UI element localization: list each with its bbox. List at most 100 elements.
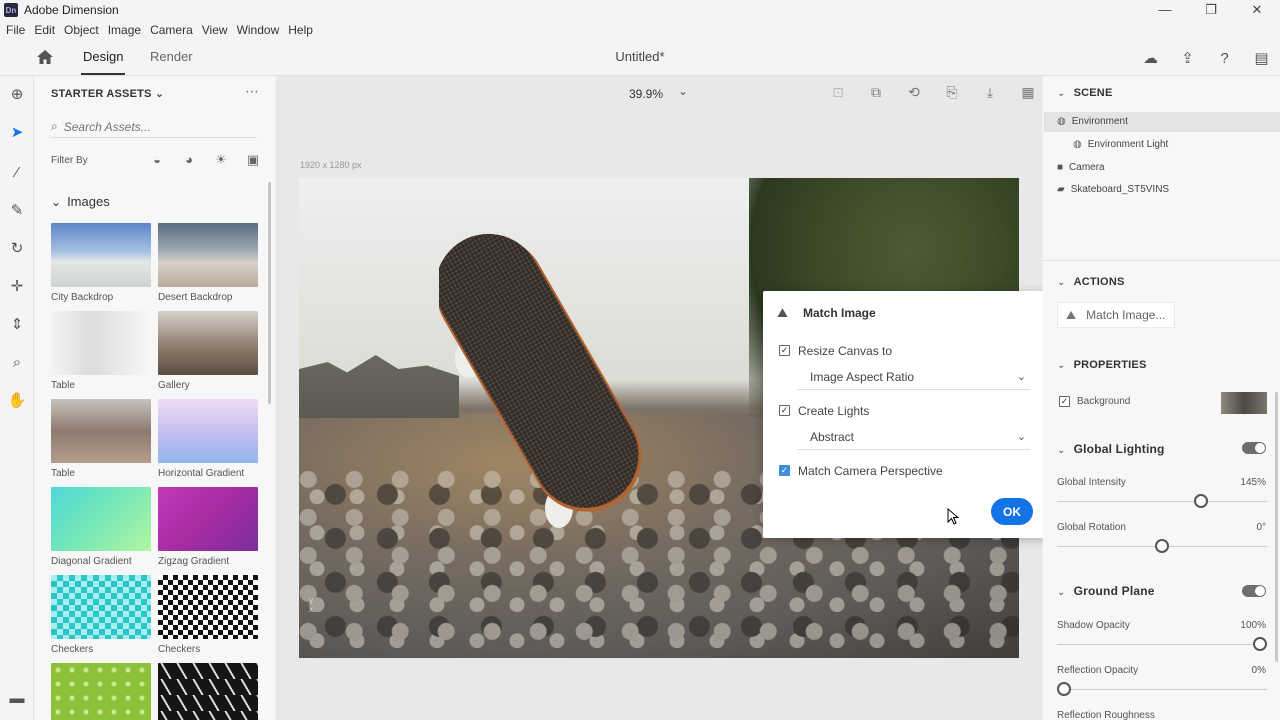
globe-icon: ◍	[1057, 116, 1066, 127]
help-icon[interactable]: ?	[1206, 46, 1243, 70]
drop-to-ground-icon[interactable]: ⤓	[971, 84, 1009, 101]
select-frame-icon[interactable]: ⧉	[857, 84, 895, 101]
actions-section-header[interactable]: ⌄ ACTIONS	[1057, 276, 1125, 288]
filter-model-icon[interactable]: ◒	[141, 152, 173, 168]
menu-image[interactable]: Image	[108, 23, 141, 37]
properties-scrollbar[interactable]	[1275, 392, 1278, 662]
skateboard-model[interactable]	[439, 233, 649, 533]
chevron-down-icon[interactable]: ⌄	[678, 84, 688, 98]
zoom-level[interactable]: 39.9%	[629, 87, 663, 101]
background-thumbnail[interactable]	[1221, 392, 1267, 414]
asset-thumbnail	[158, 399, 258, 463]
global-lighting-toggle[interactable]	[1242, 442, 1266, 454]
menu-help[interactable]: Help	[288, 23, 313, 37]
match-image-button[interactable]: ⛰ Match Image...	[1057, 302, 1175, 328]
scene-item-environment-light[interactable]: ◍ Environment Light	[1073, 139, 1168, 150]
asset-thumbnail	[158, 663, 258, 720]
dolly-tool-icon[interactable]: ⇕	[7, 314, 27, 334]
filter-light-icon[interactable]: ☀	[205, 152, 237, 168]
resize-canvas-checkbox[interactable]: ✓	[779, 345, 790, 356]
asset-tile[interactable]: Diagonal Gradient	[51, 487, 151, 567]
feedback-icon[interactable]: ▤	[1243, 46, 1280, 70]
ground-plane-header[interactable]: ⌄ Ground Plane	[1057, 584, 1155, 598]
background-checkbox[interactable]: ✓	[1059, 396, 1070, 407]
slider-knob[interactable]	[1057, 682, 1071, 696]
menu-edit[interactable]: Edit	[34, 23, 55, 37]
restore-button[interactable]: ❐	[1188, 0, 1234, 20]
ground-plane-toggle[interactable]	[1242, 585, 1266, 597]
menu-object[interactable]: Object	[64, 23, 99, 37]
menu-view[interactable]: View	[202, 23, 228, 37]
asset-tile[interactable]: Table	[51, 399, 151, 479]
filter-material-icon[interactable]: ◕	[173, 152, 205, 168]
asset-tile[interactable]: Checkers	[51, 575, 151, 655]
images-section-header[interactable]: ⌄ Images	[51, 194, 110, 209]
scene-section-header[interactable]: ⌄ SCENE	[1057, 87, 1113, 99]
magic-wand-icon[interactable]: ⁄	[7, 162, 27, 182]
asset-search: ⌕	[51, 116, 257, 138]
slider-knob[interactable]	[1194, 494, 1209, 508]
move-tool-icon[interactable]: ✛	[7, 276, 27, 296]
duplicate-icon[interactable]: ⎘	[933, 84, 971, 101]
assets-scrollbar[interactable]	[268, 182, 271, 404]
globe-icon: ◍	[1073, 139, 1082, 150]
global-rotation-label: Global Rotation	[1057, 522, 1126, 533]
global-rotation-value[interactable]: 0°	[1256, 522, 1266, 533]
reflection-roughness-label: Reflection Roughness	[1057, 710, 1155, 720]
scene-item-camera[interactable]: ■ Camera	[1057, 162, 1105, 173]
match-perspective-checkbox[interactable]: ✓	[779, 465, 790, 476]
properties-section-header[interactable]: ⌄ PROPERTIES	[1057, 359, 1147, 371]
more-options-icon[interactable]: ⋯	[245, 83, 259, 100]
scene-item-environment[interactable]: ◍ Environment	[1057, 116, 1128, 127]
asset-tile[interactable]: Horizontal Gradient	[158, 399, 258, 479]
menu-camera[interactable]: Camera	[150, 23, 193, 37]
chevron-down-icon: ⌄	[51, 195, 62, 209]
asset-tile[interactable]	[51, 663, 151, 720]
slider-knob[interactable]	[1253, 637, 1267, 651]
asset-thumbnail	[51, 399, 151, 463]
minimize-button[interactable]: —	[1142, 0, 1188, 20]
lights-type-select[interactable]: Abstract ⌄	[797, 424, 1030, 450]
reflection-opacity-slider[interactable]	[1057, 682, 1267, 696]
canvas-settings-icon[interactable]: ▦	[1009, 84, 1047, 101]
scene-item-skateboard[interactable]: ▰ Skateboard_ST5VINS	[1057, 184, 1169, 195]
close-button[interactable]: ✕	[1234, 0, 1280, 20]
aspect-ratio-select[interactable]: Image Aspect Ratio ⌄	[797, 364, 1030, 390]
search-input[interactable]	[63, 119, 234, 134]
asset-tile[interactable]: Zigzag Gradient	[158, 487, 258, 567]
fit-view-icon[interactable]: ⊡	[819, 84, 857, 101]
assets-title[interactable]: STARTER ASSETS ⌄	[51, 87, 164, 100]
ok-button[interactable]: OK	[991, 498, 1033, 525]
rotate-object-icon[interactable]: ⟲	[895, 84, 933, 101]
zoom-tool-icon[interactable]: ⌕	[7, 352, 27, 372]
reflection-opacity-value[interactable]: 0%	[1252, 665, 1266, 676]
slider-knob[interactable]	[1155, 539, 1169, 553]
asset-tile[interactable]: Table	[51, 311, 151, 391]
share-icon[interactable]: ⇪	[1169, 46, 1206, 70]
asset-tile[interactable]	[158, 663, 258, 720]
orbit-tool-icon[interactable]: ↻	[7, 238, 27, 258]
select-tool-icon[interactable]: ➤	[7, 122, 27, 142]
mouse-cursor-icon	[947, 508, 959, 525]
menu-window[interactable]: Window	[237, 23, 280, 37]
chevron-down-icon: ⌄	[1057, 277, 1066, 288]
asset-tile[interactable]: City Backdrop	[51, 223, 151, 303]
global-lighting-header[interactable]: ⌄ Global Lighting	[1057, 442, 1165, 456]
global-intensity-value[interactable]: 145%	[1240, 477, 1266, 488]
shadow-opacity-slider[interactable]	[1057, 637, 1267, 651]
asset-tile[interactable]: Checkers	[158, 575, 258, 655]
global-rotation-slider[interactable]	[1057, 539, 1267, 553]
cloud-sync-icon[interactable]: ☁	[1132, 46, 1169, 70]
create-lights-label: Create Lights	[798, 404, 870, 418]
shadow-opacity-value[interactable]: 100%	[1240, 620, 1266, 631]
paint-tool-icon[interactable]: ✎	[7, 200, 27, 220]
add-icon[interactable]: ⊕	[7, 84, 27, 104]
menu-file[interactable]: File	[6, 23, 25, 37]
pan-tool-icon[interactable]: ✋	[7, 390, 27, 410]
filter-image-icon[interactable]: ▣	[237, 152, 269, 168]
global-intensity-slider[interactable]	[1057, 494, 1267, 508]
create-lights-checkbox[interactable]: ✓	[779, 405, 790, 416]
asset-tile[interactable]: Desert Backdrop	[158, 223, 258, 303]
panel-toggle-icon[interactable]: ▬	[7, 688, 27, 708]
asset-tile[interactable]: Gallery	[158, 311, 258, 391]
